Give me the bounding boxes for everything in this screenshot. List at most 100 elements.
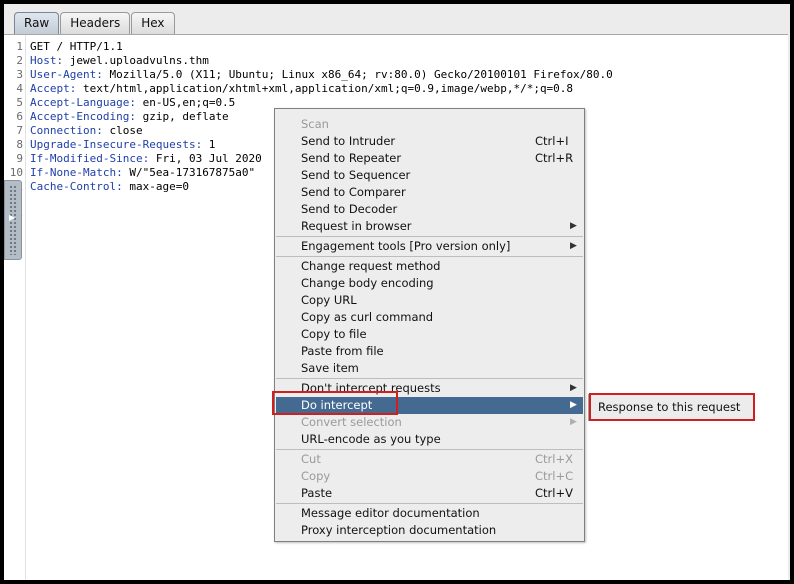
menu-item-url-encode-as-you-type[interactable]: URL-encode as you type xyxy=(276,431,583,448)
header-value: 1 xyxy=(202,138,216,151)
menu-item-shortcut: Ctrl+I xyxy=(535,134,569,148)
line-content: If-None-Match: W/"5ea-173167875a0" xyxy=(30,166,255,180)
header-name: Accept: xyxy=(30,82,77,95)
menu-item-response-to-this-request[interactable]: Response to this request xyxy=(598,400,740,414)
line-content: Accept-Language: en-US,en;q=0.5 xyxy=(30,96,235,110)
menu-item-label: Cut xyxy=(301,452,321,466)
menu-separator xyxy=(276,503,583,504)
menu-item-request-in-browser[interactable]: Request in browser ▶ xyxy=(276,218,583,235)
header-name: Connection: xyxy=(30,124,103,137)
do-intercept-submenu: Response to this request xyxy=(588,394,754,421)
menu-item-label: Proxy interception documentation xyxy=(301,523,497,537)
line-number: 9 xyxy=(16,152,23,165)
menu-item-label: Paste xyxy=(301,486,333,500)
editor-line: 3 User-Agent: Mozilla/5.0 (X11; Ubuntu; L… xyxy=(4,68,764,82)
header-value: max-age=0 xyxy=(122,180,189,193)
menu-separator xyxy=(276,449,583,450)
line-content: Host: jewel.uploadvulns.thm xyxy=(30,54,209,68)
menu-item-change-body-encoding[interactable]: Change body encoding xyxy=(276,275,583,292)
menu-item-send-to-sequencer[interactable]: Send to Sequencer xyxy=(276,167,583,184)
menu-item-label: Copy as curl command xyxy=(301,310,434,324)
side-panel-toggle[interactable]: ▶ xyxy=(4,180,22,260)
menu-item-scan: Scan xyxy=(276,116,583,133)
menu-item-label: Copy to file xyxy=(301,327,367,341)
menu-item-label: Send to Sequencer xyxy=(301,168,411,182)
menu-item-label: Send to Decoder xyxy=(301,202,398,216)
line-number: 5 xyxy=(16,96,23,109)
header-value: GET / HTTP/1.1 xyxy=(30,40,123,53)
menu-item-shortcut: Ctrl+R xyxy=(535,151,574,165)
menu-item-label: Paste from file xyxy=(301,344,384,358)
header-name: Cache-Control: xyxy=(30,180,123,193)
header-name: Accept-Language: xyxy=(30,96,136,109)
tab-raw[interactable]: Raw xyxy=(14,12,60,34)
menu-item-label: Request in browser xyxy=(301,219,412,233)
menu-item-copy: Copy Ctrl+C xyxy=(276,468,583,485)
header-value: W/"5ea-173167875a0" xyxy=(122,166,256,179)
menu-item-send-to-comparer[interactable]: Send to Comparer xyxy=(276,184,583,201)
header-name: If-None-Match: xyxy=(30,166,123,179)
line-content: GET / HTTP/1.1 xyxy=(30,40,123,54)
menu-item-proxy-interception-documentation[interactable]: Proxy interception documentation xyxy=(276,522,583,539)
menu-item-copy-as-curl-command[interactable]: Copy as curl command xyxy=(276,309,583,326)
menu-item-label: Change request method xyxy=(301,259,441,273)
line-number: 2 xyxy=(16,54,23,67)
line-number: 3 xyxy=(16,68,23,81)
header-value: jewel.uploadvulns.thm xyxy=(63,54,209,67)
header-name: Accept-Encoding: xyxy=(30,110,136,123)
line-content: Cache-Control: max-age=0 xyxy=(30,180,189,194)
triangle-right-icon: ▶ xyxy=(570,241,577,251)
menu-separator xyxy=(276,256,583,257)
triangle-right-icon: ▶ xyxy=(570,400,577,410)
menu-item-change-request-method[interactable]: Change request method xyxy=(276,258,583,275)
line-content: User-Agent: Mozilla/5.0 (X11; Ubuntu; Li… xyxy=(30,68,613,82)
menu-item-paste[interactable]: Paste Ctrl+V xyxy=(276,485,583,502)
menu-item-don-t-intercept-requests[interactable]: Don't intercept requests ▶ xyxy=(276,380,583,397)
header-value: gzip, deflate xyxy=(135,110,229,123)
line-number: 1 xyxy=(16,40,23,53)
menu-item-label: Copy xyxy=(301,469,331,483)
menu-item-copy-url[interactable]: Copy URL xyxy=(276,292,583,309)
menu-item-do-intercept[interactable]: Do intercept ▶ xyxy=(276,397,583,414)
line-number: 7 xyxy=(16,124,23,137)
line-content: Accept-Encoding: gzip, deflate xyxy=(30,110,229,124)
triangle-right-icon: ▶ xyxy=(570,383,577,393)
header-value: en-US,en;q=0.5 xyxy=(135,96,236,109)
menu-item-send-to-intruder[interactable]: Send to Intruder Ctrl+I xyxy=(276,133,583,150)
menu-item-label: Convert selection xyxy=(301,415,402,429)
menu-item-copy-to-file[interactable]: Copy to file xyxy=(276,326,583,343)
header-name: Host: xyxy=(30,54,64,67)
header-name: User-Agent: xyxy=(30,68,103,81)
line-number: 6 xyxy=(16,110,23,123)
menu-item-convert-selection: Convert selection ▶ xyxy=(276,414,583,431)
menu-item-save-item[interactable]: Save item xyxy=(276,360,583,377)
header-value: Fri, 03 Jul 2020 xyxy=(149,152,262,165)
menu-item-label: Engagement tools [Pro version only] xyxy=(301,239,511,253)
menu-item-label: Don't intercept requests xyxy=(301,381,441,395)
triangle-right-icon: ▶ xyxy=(570,221,577,231)
menu-item-label: Send to Intruder xyxy=(301,134,396,148)
line-content: If-Modified-Since: Fri, 03 Jul 2020 xyxy=(30,152,262,166)
line-number: 4 xyxy=(16,82,23,95)
menu-item-paste-from-file[interactable]: Paste from file xyxy=(276,343,583,360)
menu-item-label: Save item xyxy=(301,361,359,375)
menu-item-label: Scan xyxy=(301,117,329,131)
context-menu: Scan Send to Intruder Ctrl+I Send to Repeat… xyxy=(274,108,585,542)
menu-separator xyxy=(276,378,583,379)
tab-hex[interactable]: Hex xyxy=(131,12,175,34)
header-name: If-Modified-Since: xyxy=(30,152,150,165)
menu-item-engagement-tools-pro-version-only[interactable]: Engagement tools [Pro version only] ▶ xyxy=(276,238,583,255)
line-number: 8 xyxy=(16,138,23,151)
header-value: close xyxy=(102,124,143,137)
menu-item-send-to-repeater[interactable]: Send to Repeater Ctrl+R xyxy=(276,150,583,167)
menu-item-label: Message editor documentation xyxy=(301,506,480,520)
menu-item-send-to-decoder[interactable]: Send to Decoder xyxy=(276,201,583,218)
menu-item-label: Send to Comparer xyxy=(301,185,406,199)
menu-item-label: Copy URL xyxy=(301,293,357,307)
header-value: text/html,application/xhtml+xml,applicat… xyxy=(76,82,574,95)
menu-item-shortcut: Ctrl+X xyxy=(535,452,573,466)
tab-headers[interactable]: Headers xyxy=(60,12,131,34)
menu-item-message-editor-documentation[interactable]: Message editor documentation xyxy=(276,505,583,522)
editor-tabs: Raw Headers Hex xyxy=(14,9,176,35)
menu-item-label: Do intercept xyxy=(301,398,373,412)
